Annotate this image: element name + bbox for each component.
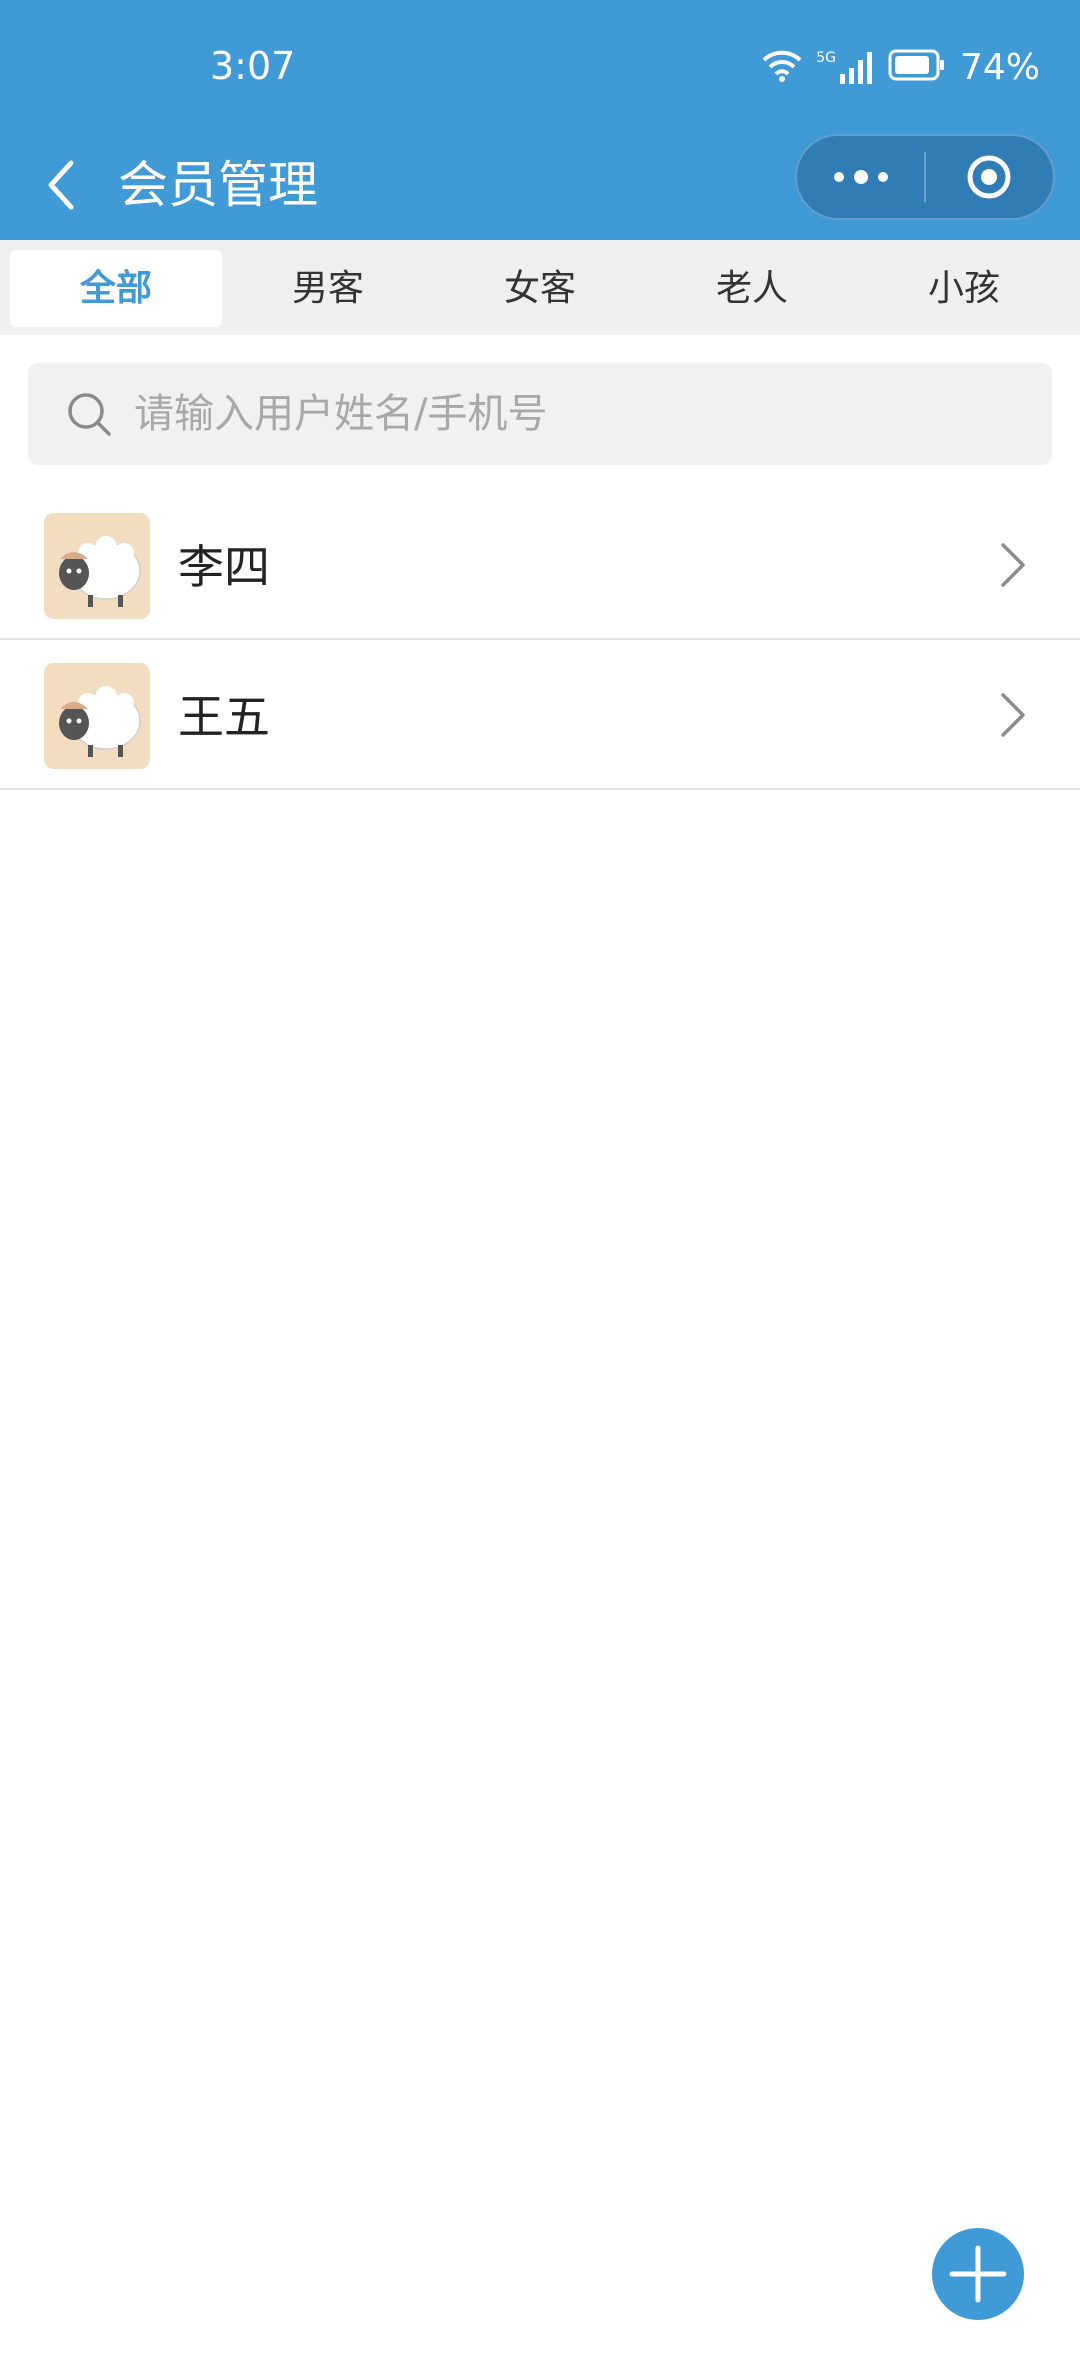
network-type: 5G [816,50,836,66]
chevron-right-icon [1001,693,1025,737]
status-time: 3:07 [210,44,296,88]
target-circle-icon [967,155,1011,199]
sheep-avatar [44,513,150,619]
add-member-button[interactable] [932,2228,1024,2320]
status-icons: 5G 74% [762,44,1040,90]
member-management-page: 3:07 5G 74% 会员管理 全部 男客 女客 老人 小孩 请输入用户姓名/… [0,0,1080,2376]
nav-bar: 会员管理 [0,130,1080,240]
member-name: 李四 [178,540,270,594]
tab-male[interactable]: 男客 [222,250,434,327]
list-item[interactable]: 李四 [0,490,1080,640]
back-button[interactable] [30,150,90,220]
member-name: 王五 [178,690,270,744]
tab-female[interactable]: 女客 [434,250,646,327]
more-button[interactable] [797,134,924,220]
battery-icon [888,49,946,85]
battery-percent: 74% [959,46,1040,88]
list-item[interactable]: 王五 [0,640,1080,790]
status-bar: 3:07 5G 74% [0,0,1080,130]
tab-children[interactable]: 小孩 [858,250,1070,327]
sheep-avatar [44,663,150,769]
wifi-icon [762,48,802,86]
search-bar [28,363,1052,465]
mini-program-capsule [795,134,1055,220]
header: 3:07 5G 74% 会员管理 [0,0,1080,240]
chevron-left-icon [48,160,74,210]
tab-elderly[interactable]: 老人 [646,250,858,327]
category-tabs: 全部 男客 女客 老人 小孩 [0,240,1080,335]
page-title: 会员管理 [118,156,318,214]
more-dots-icon [833,170,888,184]
tab-all[interactable]: 全部 [10,250,222,327]
search-icon [68,393,111,436]
member-list: 李四 王五 [0,490,1080,790]
signal-icon: 5G [816,50,874,84]
search-input[interactable] [134,384,1014,444]
plus-icon [949,2245,1007,2303]
close-button[interactable] [926,134,1053,220]
chevron-right-icon [1001,543,1025,587]
